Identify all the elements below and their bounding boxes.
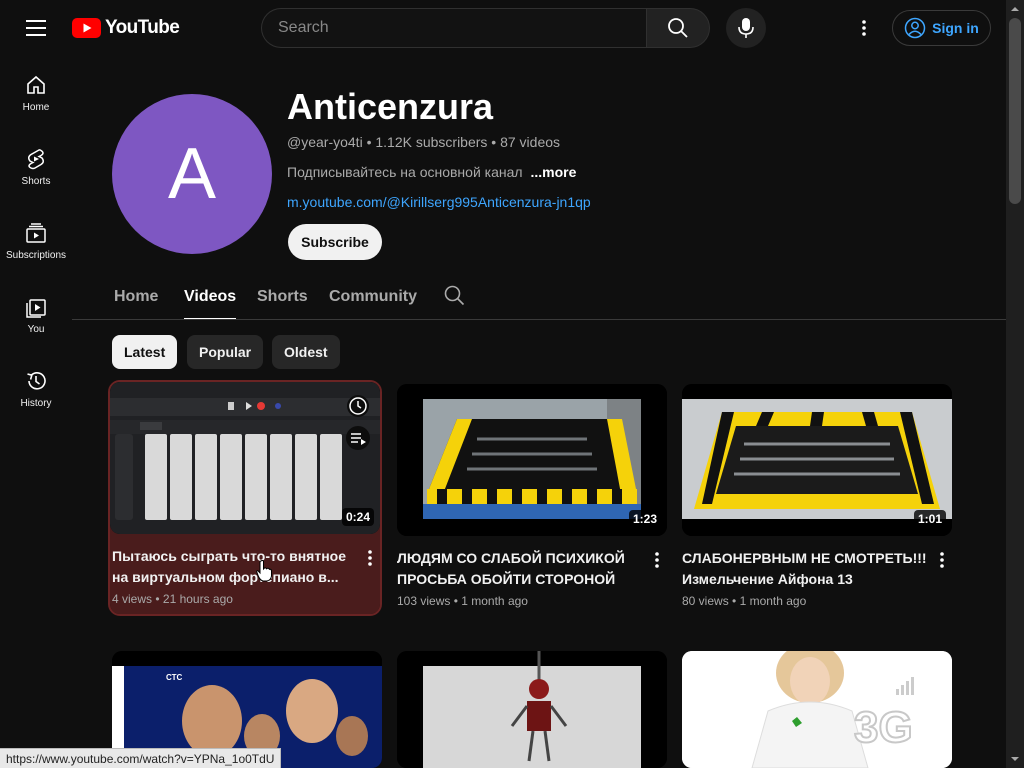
you-icon xyxy=(26,299,46,318)
subscribe-button[interactable]: Subscribe xyxy=(288,224,382,260)
scrollbar-thumb[interactable] xyxy=(1009,18,1021,204)
search-input[interactable] xyxy=(262,9,647,47)
settings-more-button[interactable] xyxy=(848,12,880,44)
animatronic-thumbnail xyxy=(397,651,667,768)
sidebar-item-label: Shorts xyxy=(21,176,51,187)
search-button[interactable] xyxy=(646,8,710,48)
video-thumbnail[interactable]: 3G xyxy=(682,651,952,768)
watch-later-icon[interactable] xyxy=(346,394,370,418)
video-menu-button[interactable] xyxy=(362,546,378,570)
sidebar-item-you[interactable]: You xyxy=(0,278,72,350)
sidebar-item-home[interactable]: Home xyxy=(0,56,72,128)
account-icon xyxy=(904,17,926,39)
chip-popular[interactable]: Popular xyxy=(187,335,264,369)
video-title[interactable]: ЛЮДЯМ СО СЛАБОЙ ПСИХИКОЙ ПРОСЬБА ОБОЙТИ … xyxy=(397,548,642,590)
top-bar: YouTube Sign in xyxy=(0,0,1006,56)
more-vertical-icon xyxy=(368,550,372,566)
more-vertical-icon xyxy=(655,552,659,568)
video-duration: 1:23 xyxy=(628,510,661,528)
logo-text: YouTube xyxy=(105,17,180,38)
tab-videos[interactable]: Videos xyxy=(184,276,237,320)
description-text: Подписывайтесь на основной канал xyxy=(287,164,523,180)
sidebar-item-label: History xyxy=(20,398,52,409)
more-vertical-icon xyxy=(940,552,944,568)
tab-home[interactable]: Home xyxy=(114,276,158,320)
hand-cursor-icon xyxy=(256,560,272,582)
video-views: 80 views xyxy=(682,594,729,608)
video-card[interactable]: 1:23 ЛЮДЯМ СО СЛАБОЙ ПСИХИКОЙ ПРОСЬБА ОБ… xyxy=(397,384,667,614)
video-thumbnail[interactable]: 1:01 xyxy=(682,384,952,536)
description-more-link[interactable]: ...more xyxy=(530,164,576,180)
channel-meta: @year-yo4ti • 1.12K subscribers • 87 vid… xyxy=(287,134,561,150)
tab-shorts[interactable]: Shorts xyxy=(257,276,308,320)
network-3g-label: 3G xyxy=(853,702,914,753)
search-icon xyxy=(668,18,688,38)
more-vertical-icon xyxy=(862,20,866,36)
video-menu-button[interactable] xyxy=(934,548,950,572)
sidebar-item-label: Home xyxy=(22,102,50,113)
video-meta: 103 views • 1 month ago xyxy=(397,594,528,608)
video-card[interactable]: 0:24 Пытаюсь сыграть что-то внятное на в… xyxy=(108,380,382,616)
video-thumbnail[interactable] xyxy=(397,651,667,768)
piano-app-thumbnail xyxy=(110,382,380,534)
subscriptions-icon xyxy=(26,223,46,243)
channel-external-link[interactable]: m.youtube.com/@Kirillserg995Anticenzura-… xyxy=(287,194,591,210)
voice-search-button[interactable] xyxy=(726,8,766,48)
video-views: 103 views xyxy=(397,594,451,608)
add-to-queue-icon[interactable] xyxy=(346,426,370,450)
tabs-divider xyxy=(72,319,1006,320)
shredder-thumbnail xyxy=(397,384,667,536)
link-status-bar: https://www.youtube.com/watch?v=YPNa_1o0… xyxy=(0,748,282,768)
channel-description: Подписывайтесь на основной канал ...more xyxy=(287,164,576,180)
tab-community[interactable]: Community xyxy=(329,276,417,320)
chip-oldest[interactable]: Oldest xyxy=(272,335,340,369)
video-title[interactable]: Пытаюсь сыграть что-то внятное на виртуа… xyxy=(112,546,357,588)
sidebar-item-label: Subscriptions xyxy=(5,250,67,261)
tv-channel-label: СТС xyxy=(166,673,183,682)
video-age: 1 month ago xyxy=(739,594,807,608)
video-duration: 0:24 xyxy=(341,508,374,526)
youtube-play-icon xyxy=(72,18,101,38)
menu-button[interactable] xyxy=(20,12,52,44)
channel-name: Anticenzura xyxy=(287,86,494,127)
shorts-icon xyxy=(27,149,45,170)
scroll-down-arrow-icon[interactable] xyxy=(1010,754,1020,764)
sign-in-button[interactable]: Sign in xyxy=(892,10,991,46)
video-menu-button[interactable] xyxy=(649,548,665,572)
history-icon xyxy=(27,372,46,390)
hamburger-icon xyxy=(26,20,46,36)
video-title[interactable]: СЛАБОНЕРВНЫМ НЕ СМОТРЕТЬ!!! Измельчение … xyxy=(682,548,927,590)
video-thumbnail[interactable]: 0:24 xyxy=(110,382,380,534)
video-meta: 4 views • 21 hours ago xyxy=(112,592,233,606)
video-card[interactable]: 1:01 СЛАБОНЕРВНЫМ НЕ СМОТРЕТЬ!!! Измельч… xyxy=(682,384,952,614)
sidebar-item-history[interactable]: History xyxy=(0,352,72,424)
channel-search-button[interactable] xyxy=(444,285,465,311)
video-meta: 80 views • 1 month ago xyxy=(682,594,807,608)
search-field[interactable] xyxy=(261,8,647,48)
video-card[interactable]: 3G xyxy=(682,651,952,768)
scroll-up-arrow-icon[interactable] xyxy=(1010,4,1020,14)
sidebar-item-shorts[interactable]: Shorts xyxy=(0,130,72,202)
sidebar-item-subscriptions[interactable]: Subscriptions xyxy=(0,204,72,276)
video-age: 1 month ago xyxy=(461,594,528,608)
sidebar-item-label: You xyxy=(27,324,45,335)
page-scrollbar[interactable] xyxy=(1006,0,1024,768)
video-views: 4 views xyxy=(112,592,153,606)
channel-avatar[interactable]: A xyxy=(112,94,272,254)
sign-in-label: Sign in xyxy=(932,20,979,36)
search-icon xyxy=(444,285,465,306)
video-duration: 1:01 xyxy=(913,510,946,528)
home-icon xyxy=(27,75,45,94)
shredder-thumbnail xyxy=(682,384,952,536)
microphone-icon xyxy=(738,18,754,38)
video-thumbnail[interactable]: 1:23 xyxy=(397,384,667,536)
chip-latest[interactable]: Latest xyxy=(112,335,178,369)
video-age: 21 hours ago xyxy=(162,592,233,606)
youtube-logo[interactable]: YouTube xyxy=(72,17,180,39)
video-card[interactable] xyxy=(397,651,667,768)
